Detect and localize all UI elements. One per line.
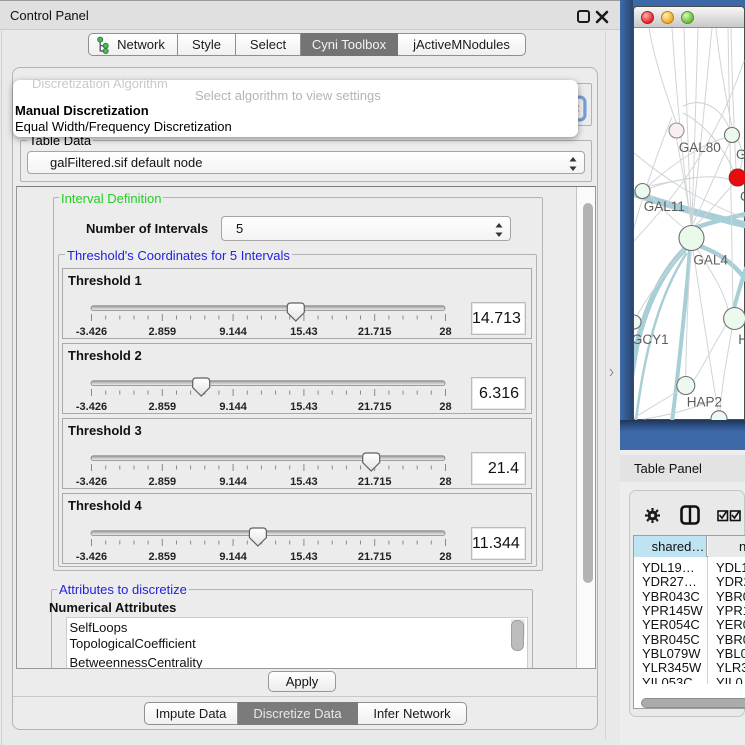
svg-text:GAL11: GAL11 <box>644 199 685 214</box>
svg-text:28: 28 <box>439 476 451 488</box>
svg-text:GAL4: GAL4 <box>693 253 728 268</box>
svg-text:-3.426: -3.426 <box>76 401 107 413</box>
svg-text:9.144: 9.144 <box>219 551 247 563</box>
svg-text:GCY1: GCY1 <box>634 332 669 347</box>
svg-text:-3.426: -3.426 <box>76 551 107 563</box>
svg-text:15.43: 15.43 <box>290 401 318 413</box>
svg-text:28: 28 <box>439 401 451 413</box>
svg-text:21.715: 21.715 <box>358 326 392 338</box>
svg-text:HAP2: HAP2 <box>687 395 722 410</box>
svg-text:21.715: 21.715 <box>358 476 392 488</box>
svg-text:2.859: 2.859 <box>149 476 177 488</box>
svg-text:9.144: 9.144 <box>219 401 247 413</box>
svg-text:28: 28 <box>439 326 451 338</box>
svg-text:CD: CD <box>740 189 745 204</box>
svg-text:21.715: 21.715 <box>358 401 392 413</box>
svg-text:H: H <box>738 332 745 347</box>
svg-text:GAL80: GAL80 <box>679 140 721 155</box>
svg-text:15.43: 15.43 <box>290 551 318 563</box>
svg-text:15.43: 15.43 <box>290 476 318 488</box>
svg-text:28: 28 <box>439 551 451 563</box>
svg-text:21.715: 21.715 <box>358 551 392 563</box>
svg-text:2.859: 2.859 <box>149 401 177 413</box>
svg-text:2.859: 2.859 <box>149 326 177 338</box>
svg-text:15.43: 15.43 <box>290 326 318 338</box>
svg-text:9.144: 9.144 <box>219 476 247 488</box>
svg-text:9.144: 9.144 <box>219 326 247 338</box>
svg-text:GA: GA <box>736 147 745 162</box>
svg-text:2.859: 2.859 <box>149 551 177 563</box>
svg-text:-3.426: -3.426 <box>76 476 107 488</box>
svg-text:-3.426: -3.426 <box>76 326 107 338</box>
